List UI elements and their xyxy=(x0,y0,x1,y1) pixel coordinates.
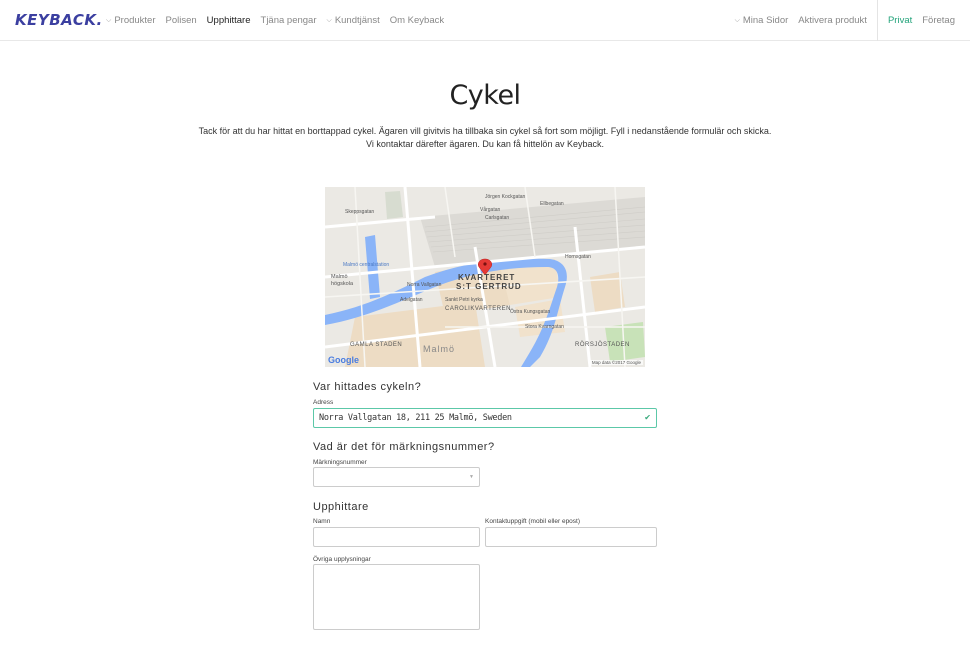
field-label-markningsnummer: Märkningsnummer xyxy=(313,459,367,466)
nav-item-label: Privat xyxy=(887,15,913,26)
map-place-label: Malmö xyxy=(331,274,348,280)
field-label-kontakt: Kontaktuppgift (mobil eller epost) xyxy=(485,518,581,525)
markningsnummer-select[interactable]: ▼ xyxy=(313,467,480,487)
map-street-label: Skeppsgatan xyxy=(345,209,375,215)
nav-item-upphittare[interactable]: Upphittare xyxy=(207,15,251,26)
nav-item-label: Kundtjänst xyxy=(334,15,380,26)
adress-input[interactable]: Norra Vallgatan 18, 211 25 Malmö, Sweden… xyxy=(313,408,657,428)
nav-item-produkter[interactable]: ⌵ Produkter xyxy=(106,15,156,26)
nav-item-aktivera-produkt[interactable]: Aktivera produkt xyxy=(798,15,867,26)
nav-item-label: Tjäna pengar xyxy=(260,15,317,26)
map-place-label: högskola xyxy=(331,281,354,287)
map-street-label: Norra Vallgatan xyxy=(407,282,442,288)
nav-item-label: Aktivera produkt xyxy=(798,15,867,26)
field-label-adress: Adress xyxy=(313,399,334,406)
map-street-label: Östra Kungsgatan xyxy=(510,309,551,315)
section-title-marking: Vad är det för märkningsnummer? xyxy=(313,441,495,453)
intro-text: Tack för att du har hittat en borttappad… xyxy=(198,126,772,149)
namn-input[interactable] xyxy=(313,527,480,547)
nav-item-foretag[interactable]: Företag xyxy=(922,15,955,26)
nav-item-kundtjanst[interactable]: ⌵ Kundtjänst xyxy=(327,15,380,26)
chevron-down-icon: ⌵ xyxy=(734,16,740,24)
map-district-label: KVARTERET xyxy=(458,273,516,282)
caret-down-icon: ▼ xyxy=(469,474,474,480)
nav-divider xyxy=(876,0,878,41)
page-title: Cykel xyxy=(449,80,521,111)
nav-item-om-keyback[interactable]: Om Keyback xyxy=(390,15,444,26)
map-street-label: Jörgen Kockgatan xyxy=(485,194,526,200)
map-city-label: Malmö xyxy=(423,344,456,354)
field-label-ovriga: Övriga upplysningar xyxy=(313,556,371,563)
map-street-label: Carlsgatan xyxy=(485,215,510,221)
keyback-logo[interactable]: KEYBACK. xyxy=(15,11,103,29)
map-street-label: Vårgatan xyxy=(480,207,501,213)
adress-value: Norra Vallgatan 18, 211 25 Malmö, Sweden xyxy=(319,413,512,423)
chevron-down-icon: ⌵ xyxy=(326,16,332,24)
section-title-finder: Upphittare xyxy=(313,501,369,513)
logo-text: KEYBACK. xyxy=(15,11,103,29)
map-place-label: Sankt Petri kyrka xyxy=(445,297,483,303)
map-street-label: Adelgatan xyxy=(400,297,423,303)
map-district-label: GAMLA STADEN xyxy=(350,342,403,348)
ovriga-textarea[interactable] xyxy=(313,564,480,630)
map-street-label: Hornsgatan xyxy=(565,254,591,260)
nav-item-tjana-pengar[interactable]: Tjäna pengar xyxy=(261,15,317,26)
nav-item-label: Produkter xyxy=(114,15,156,26)
account-menu: ⌵ Mina Sidor Aktivera produkt Privat För… xyxy=(735,0,970,41)
location-map[interactable]: Jörgen Kockgatan Ellbegatan Vårgatan Car… xyxy=(325,187,645,367)
nav-item-label: Mina Sidor xyxy=(742,15,789,26)
chevron-down-icon: ⌵ xyxy=(106,16,112,24)
nav-item-label: Polisen xyxy=(165,15,197,26)
google-logo: Google xyxy=(328,355,359,365)
map-attribution[interactable]: Map data ©2017 Google xyxy=(589,360,643,365)
nav-item-label: Upphittare xyxy=(206,15,251,26)
map-street-label: Ellbegatan xyxy=(540,201,564,207)
nav-item-mina-sidor[interactable]: ⌵ Mina Sidor xyxy=(735,15,789,26)
map-district-label: RÖRSJÖSTADEN xyxy=(575,342,630,348)
nav-item-label: Företag xyxy=(922,15,955,26)
kontakt-input[interactable] xyxy=(485,527,657,547)
map-district-label: S:T GERTRUD xyxy=(456,282,522,291)
nav-item-privat[interactable]: Privat xyxy=(888,15,912,26)
nav-item-label: Om Keyback xyxy=(389,15,445,26)
main-menu: ⌵ Produkter Polisen Upphittare Tjäna pen… xyxy=(106,0,454,41)
section-title-location: Var hittades cykeln? xyxy=(313,381,422,393)
check-icon: ✔ xyxy=(644,413,651,422)
field-label-namn: Namn xyxy=(313,518,331,525)
top-navigation: KEYBACK. ⌵ Produkter Polisen Upphittare … xyxy=(0,0,970,41)
map-street-label: Stora Kvarngatan xyxy=(525,324,564,330)
map-place-label: Malmö centralstation xyxy=(343,262,390,268)
map-district-label: CAROLIKVARTEREN xyxy=(445,306,511,312)
nav-item-polisen[interactable]: Polisen xyxy=(166,15,197,26)
